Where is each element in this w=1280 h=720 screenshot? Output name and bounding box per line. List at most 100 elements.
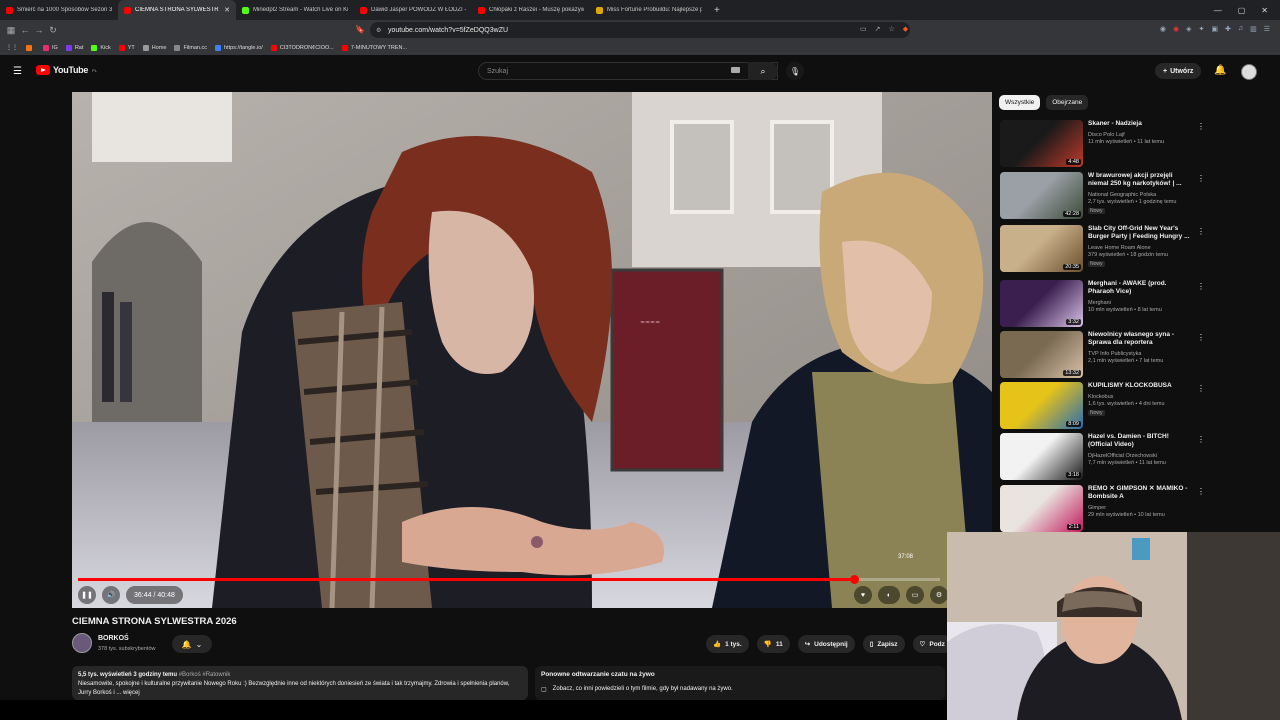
share-icon[interactable]: ↗ bbox=[875, 25, 881, 33]
thanks-button[interactable]: ♡ Podz bbox=[912, 635, 952, 653]
recommended-title[interactable]: REMO ✕ GIMPSON ✕ MAMIKO - Bombsite A bbox=[1088, 485, 1192, 501]
star-icon[interactable]: ☆ bbox=[889, 25, 895, 33]
hamburger-menu-icon[interactable]: ☰ bbox=[13, 66, 22, 77]
browser-tab[interactable]: Śmierć na 1000 Sposobów Sezon 3 ( bbox=[0, 0, 118, 20]
browser-tab[interactable]: CIEMNA STRONA SYLWESTR ✕ bbox=[118, 0, 236, 20]
bookmark-item[interactable]: Rat bbox=[65, 44, 83, 51]
brave-shield-icon[interactable]: ◆ bbox=[903, 25, 908, 33]
reload-icon[interactable]: ↻ bbox=[46, 25, 60, 36]
bookmark-item[interactable]: IG bbox=[43, 44, 58, 51]
profile-menu-icon[interactable]: ☰ bbox=[1264, 25, 1270, 33]
video-thumbnail[interactable]: 4:48 bbox=[1000, 120, 1083, 167]
share-button[interactable]: ↪ Udostępnij bbox=[797, 635, 855, 653]
pause-button[interactable]: ❚❚ bbox=[78, 586, 96, 604]
minimize-icon[interactable]: — bbox=[1214, 6, 1222, 15]
video-thumbnail[interactable]: 3:32 bbox=[1000, 280, 1083, 327]
recommended-channel[interactable]: Klockobus bbox=[1088, 393, 1113, 401]
recommended-title[interactable]: Slab City Off-Grid New Year's Burger Par… bbox=[1088, 225, 1192, 241]
more-options-icon[interactable]: ⋮ bbox=[1197, 282, 1205, 291]
recommended-video[interactable]: 3:32 Merghani - AWAKE (prod. Pharaoh Vice… bbox=[1000, 280, 1205, 328]
description-tags[interactable]: #Borkoś #Ratownik bbox=[179, 672, 231, 678]
voice-search-button[interactable]: 🎙 bbox=[786, 62, 804, 80]
notifications-bell-icon[interactable]: 🔔 bbox=[1214, 65, 1226, 76]
bookmark-item[interactable]: YT bbox=[118, 44, 135, 51]
recommended-video[interactable]: 8:09 KUPILIŚMY KLOCKOBUSA Klockobus 1,6 tys… bbox=[1000, 382, 1205, 430]
recommended-channel[interactable]: Disco Polo Lajf bbox=[1088, 131, 1125, 139]
chip-watched[interactable]: Obejrzane bbox=[1046, 95, 1089, 110]
more-options-icon[interactable]: ⋮ bbox=[1197, 487, 1205, 496]
recommended-title[interactable]: Niewolnicy własnego syna - Sprawa dla re… bbox=[1088, 331, 1192, 347]
more-options-icon[interactable]: ⋮ bbox=[1197, 122, 1205, 131]
chip-all[interactable]: Wszystkie bbox=[999, 95, 1041, 110]
tab-search-icon[interactable]: ▦ bbox=[4, 25, 18, 36]
subscription-bell-button[interactable]: 🔔 ⌄ bbox=[172, 635, 212, 653]
bookmark-star-icon[interactable]: 🔖 bbox=[355, 25, 365, 34]
extension-1-icon[interactable]: ◉ bbox=[1160, 25, 1166, 33]
recommended-title[interactable]: KUPILIŚMY KLOCKOBUSA bbox=[1088, 382, 1192, 390]
recommended-channel[interactable]: Merghani bbox=[1088, 299, 1111, 307]
volume-button[interactable]: 🔊 bbox=[102, 586, 120, 604]
maximize-icon[interactable]: ▢ bbox=[1238, 6, 1246, 15]
recommended-video[interactable]: 3:18 Hazel vs. Damien - BITCH! (Official … bbox=[1000, 433, 1205, 481]
recommended-video[interactable]: 13:32 Niewolnicy własnego syna - Sprawa d… bbox=[1000, 331, 1205, 379]
video-thumbnail[interactable]: 13:32 bbox=[1000, 331, 1083, 378]
recommended-video[interactable]: 20:35 Slab City Off-Grid New Year's Burge… bbox=[1000, 225, 1205, 273]
more-options-icon[interactable]: ⋮ bbox=[1197, 384, 1205, 393]
bookmark-item[interactable]: 7-MINUTOWY TREN... bbox=[341, 44, 407, 51]
recommended-title[interactable]: Skaner - Nadzieja bbox=[1088, 120, 1192, 128]
extension-4-icon[interactable]: ✦ bbox=[1198, 25, 1204, 33]
video-thumbnail[interactable]: 3:18 bbox=[1000, 433, 1083, 480]
video-player[interactable]: ≈≈≈≈ 37:08 ❚❚ 🔊 36:44 / 40:48 ♥ ◐ ▭ ⚙ bbox=[72, 92, 992, 608]
keyboard-icon[interactable] bbox=[731, 67, 740, 73]
recommended-channel[interactable]: DjHazelOfficial Orzechowski bbox=[1088, 452, 1157, 460]
recommended-title[interactable]: W brawurowej akcji przejęli niemal 250 k… bbox=[1088, 172, 1192, 188]
account-avatar[interactable] bbox=[1241, 64, 1257, 80]
heart-button[interactable]: ♥ bbox=[854, 586, 872, 604]
dislike-button[interactable]: 👎 11 bbox=[756, 635, 790, 653]
browser-tab[interactable]: Chłopaki z Raszei - Muszę pokazywa bbox=[472, 0, 590, 20]
more-options-icon[interactable]: ⋮ bbox=[1197, 435, 1205, 444]
url-field[interactable]: ⚙ youtube.com/watch?v=5fZeDQQ3wZU bbox=[370, 22, 910, 38]
browser-tab[interactable]: Dawid Jasper POWÓDŹ W ŁODZI - bbox=[354, 0, 472, 20]
bookmark-item[interactable] bbox=[26, 44, 35, 51]
new-tab-button[interactable]: + bbox=[708, 5, 726, 16]
chat-replay-subtitle-row[interactable]: ▢ Zobacz, co inni powiedzieli o tym filmi… bbox=[541, 686, 939, 693]
description-box[interactable]: 5,5 tys. wyświetleń 3 godziny temu #Bork… bbox=[72, 666, 528, 700]
recommended-channel[interactable]: National Geographic Polska bbox=[1088, 191, 1156, 199]
recommended-channel[interactable]: TVP Info Publicystyka bbox=[1088, 350, 1141, 358]
progress-bar[interactable] bbox=[78, 575, 940, 584]
more-options-icon[interactable]: ⋮ bbox=[1197, 174, 1205, 183]
bookmark-item[interactable]: Kick bbox=[91, 44, 111, 51]
bookmark-item[interactable]: CI3TODRON¢CIOO... bbox=[270, 44, 334, 51]
more-options-icon[interactable]: ⋮ bbox=[1197, 227, 1205, 236]
bookmark-item[interactable]: https://tangle.io/ bbox=[215, 44, 263, 51]
close-tab-icon[interactable]: ✕ bbox=[224, 6, 230, 14]
extensions-icon[interactable]: ✚ bbox=[1225, 25, 1231, 33]
bookmark-item[interactable]: Home bbox=[142, 44, 166, 51]
sidebar-icon[interactable]: ▥ bbox=[1250, 25, 1257, 33]
video-thumbnail[interactable]: 42:28 bbox=[1000, 172, 1083, 219]
video-thumbnail[interactable]: 20:35 bbox=[1000, 225, 1083, 272]
create-button[interactable]: + Utwórz bbox=[1155, 63, 1202, 79]
extension-2-icon[interactable]: ◉ bbox=[1173, 25, 1179, 33]
music-icon[interactable]: ♫ bbox=[1238, 25, 1243, 33]
video-thumbnail[interactable]: 2:11 bbox=[1000, 485, 1083, 532]
recommended-title[interactable]: Merghani - AWAKE (prod. Pharaoh Vice) bbox=[1088, 280, 1192, 296]
bookmark-item[interactable]: Filman.cc bbox=[174, 44, 207, 51]
cast-icon[interactable]: ▭ bbox=[860, 25, 867, 33]
channel-name[interactable]: BORKOŚ bbox=[98, 635, 129, 642]
autoplay-toggle[interactable]: ◐ bbox=[878, 586, 900, 604]
recommended-channel[interactable]: Leave Home Roam Alone bbox=[1088, 244, 1151, 252]
recommended-channel[interactable]: Gimper bbox=[1088, 504, 1106, 512]
browser-tab[interactable]: Minedpl2 Stream - Watch Live on Ki bbox=[236, 0, 354, 20]
recommended-video[interactable]: 42:28 W brawurowej akcji przejęli niemal … bbox=[1000, 172, 1205, 220]
back-icon[interactable]: ← bbox=[18, 25, 32, 35]
youtube-logo[interactable]: YouTube PL bbox=[36, 65, 97, 75]
subtitles-button[interactable]: ▭ bbox=[906, 586, 924, 604]
apps-icon[interactable]: ⋮⋮ bbox=[6, 44, 18, 51]
forward-icon[interactable]: → bbox=[32, 25, 46, 35]
browser-tab[interactable]: Miss Fortune Probuildu: Najlepsze p bbox=[590, 0, 708, 20]
extension-3-icon[interactable]: ◈ bbox=[1186, 25, 1191, 33]
recommended-title[interactable]: Hazel vs. Damien - BITCH! (Official Vide… bbox=[1088, 433, 1192, 449]
close-window-icon[interactable]: ✕ bbox=[1261, 6, 1268, 15]
